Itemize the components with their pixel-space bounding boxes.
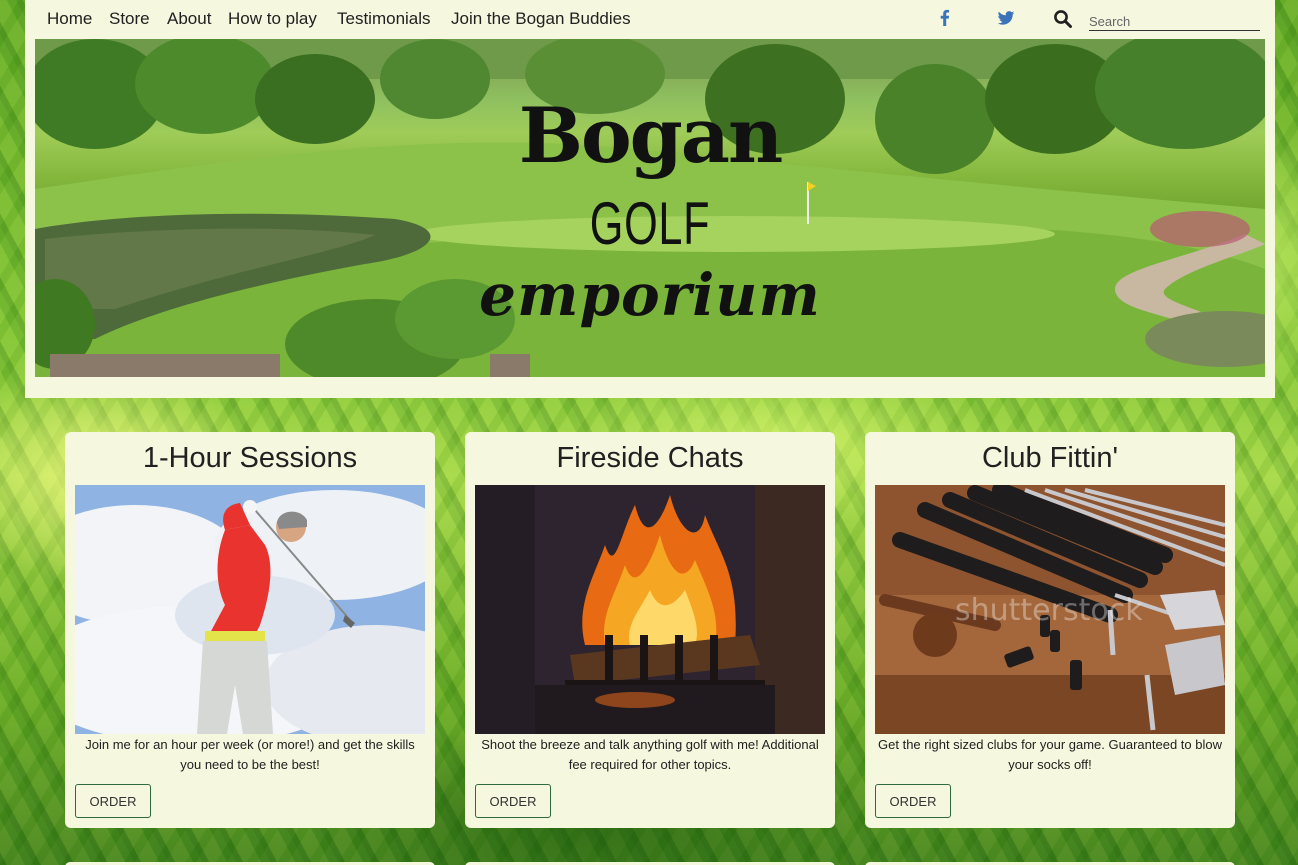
hero-banner: Bogan GOLF emporium — [35, 39, 1265, 377]
fireplace-image — [475, 485, 825, 734]
search-input[interactable] — [1089, 10, 1260, 31]
golf-clubs-image: shutterstock — [875, 485, 1225, 734]
nav-join-bogan-buddies[interactable]: Join the Bogan Buddies — [451, 9, 631, 29]
nav-about[interactable]: About — [167, 9, 211, 29]
order-button[interactable]: ORDER — [475, 784, 551, 818]
watermark-text: shutterstock — [955, 593, 1143, 628]
card-description: Join me for an hour per week (or more!) … — [85, 737, 415, 772]
search-icon[interactable] — [1053, 9, 1073, 29]
banner-title-golf: GOLF — [589, 190, 711, 257]
nav-home[interactable]: Home — [47, 9, 92, 29]
banner-logo: Bogan GOLF emporium — [35, 39, 1265, 377]
card-title: 1-Hour Sessions — [142, 442, 358, 474]
header-panel: Home Store About How to play Testimonial… — [25, 0, 1275, 398]
nav-how-to-play[interactable]: How to play — [228, 9, 317, 29]
card-description: Shoot the breeze and talk anything golf … — [481, 737, 819, 772]
top-nav: Home Store About How to play Testimonial… — [25, 0, 1275, 38]
order-button[interactable]: ORDER — [875, 784, 951, 818]
card-description: Get the right sized clubs for your game.… — [878, 737, 1222, 772]
facebook-icon[interactable] — [935, 8, 955, 28]
card-title: Club Fittin' — [981, 442, 1119, 474]
card-title: Fireside Chats — [556, 442, 744, 474]
card-fireside-chats: Fireside Chats Shoot the breeze and talk… — [465, 432, 835, 828]
twitter-icon[interactable] — [996, 8, 1016, 28]
order-button[interactable]: ORDER — [75, 784, 151, 818]
card-club-fittin: Club Fittin' shutterstock Get the right … — [865, 432, 1235, 828]
golfer-image — [75, 485, 425, 734]
nav-testimonials[interactable]: Testimonials — [337, 9, 431, 29]
card-1-hour-sessions: 1-Hour Sessions Join me for an hour per … — [65, 432, 435, 828]
nav-store[interactable]: Store — [109, 9, 150, 29]
banner-title-bogan: Bogan — [518, 91, 784, 180]
banner-title-emporium: emporium — [479, 261, 821, 329]
